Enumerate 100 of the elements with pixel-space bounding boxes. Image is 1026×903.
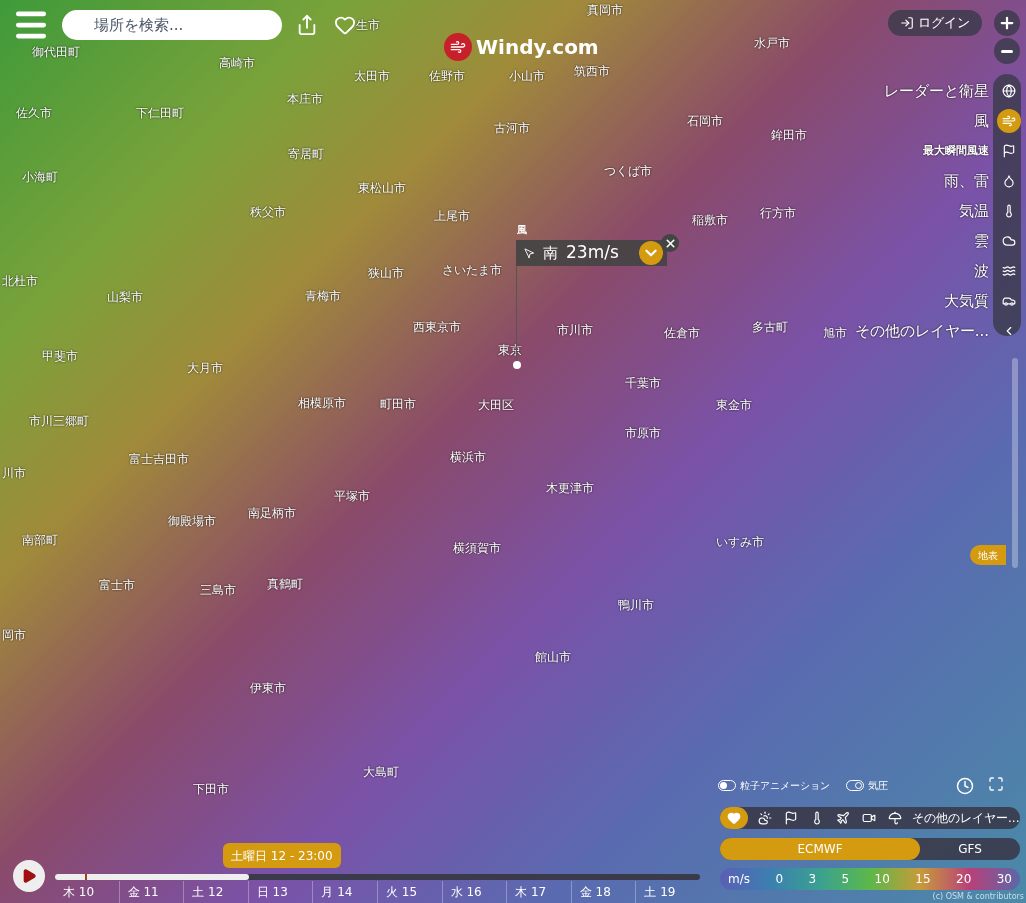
expand-button[interactable] xyxy=(638,241,663,265)
city-label: 小海町 xyxy=(22,171,58,183)
city-label: 行方市 xyxy=(760,207,796,219)
layer-item[interactable]: 波 xyxy=(974,256,1021,286)
city-label: 狭山市 xyxy=(368,267,404,279)
city-label: 真岡市 xyxy=(587,4,623,16)
layer-name-label: 風 xyxy=(517,223,527,237)
city-label: 西東京市 xyxy=(413,321,461,333)
cloud-icon xyxy=(1002,234,1016,248)
model-option[interactable]: GFS xyxy=(920,838,1020,860)
city-label: 筑西市 xyxy=(574,65,610,77)
wind-speed: 23m/s xyxy=(566,241,619,265)
city-label: 青梅市 xyxy=(305,290,341,302)
clock-button[interactable] xyxy=(955,776,975,796)
city-label: 木更津市 xyxy=(546,482,594,494)
city-label: 北杜市 xyxy=(2,275,38,287)
city-label: 市川三郷町 xyxy=(29,415,89,427)
waves-icon xyxy=(1002,264,1016,278)
day-label[interactable]: 木 10 xyxy=(55,881,119,903)
day-label[interactable]: 金 11 xyxy=(118,881,184,903)
city-label: 佐野市 xyxy=(429,70,465,82)
day-label[interactable]: 水 16 xyxy=(441,881,507,903)
city-label: 大田区 xyxy=(478,399,514,411)
city-label: 市原市 xyxy=(625,427,661,439)
city-label: 大島町 xyxy=(363,766,399,778)
city-label: 旭市 xyxy=(823,327,847,339)
droplet-icon xyxy=(1002,174,1016,188)
scale-value: 30 xyxy=(996,871,1012,888)
wind-direction: 南 xyxy=(543,242,558,264)
weather-map[interactable] xyxy=(0,0,1026,903)
play-icon xyxy=(21,868,37,884)
city-label: 高崎市 xyxy=(219,57,255,69)
login-button[interactable]: ログイン xyxy=(888,10,982,36)
city-label: 小山市 xyxy=(509,70,545,82)
layer-item[interactable]: 風 xyxy=(974,106,1021,136)
scale-value: 0 xyxy=(775,871,784,888)
city-label: 三島市 xyxy=(200,584,236,596)
city-label: 寄居町 xyxy=(288,148,324,160)
layer-item[interactable]: 最大瞬間風速 xyxy=(923,136,1021,166)
city-label: 水戸市 xyxy=(754,37,790,49)
city-label: 御殿場市 xyxy=(168,515,216,527)
city-label: 下仁田町 xyxy=(136,107,184,119)
day-label[interactable]: 日 13 xyxy=(247,881,313,903)
city-label: 平塚市 xyxy=(334,490,370,502)
city-label: いすみ市 xyxy=(716,536,764,548)
city-label: 上尾市 xyxy=(434,210,470,222)
wind-direction-icon xyxy=(524,247,535,259)
day-label[interactable]: 金 18 xyxy=(570,881,636,903)
now-marker xyxy=(85,874,87,880)
search-field[interactable]: 場所を検索... xyxy=(62,10,282,40)
city-label: さいたま市 xyxy=(442,264,502,276)
city-label: 稲敷市 xyxy=(692,214,728,226)
city-label: 南足柄市 xyxy=(248,507,296,519)
layer-item[interactable]: 雲 xyxy=(974,226,1021,256)
location-pin xyxy=(513,361,521,369)
city-label: 御代田町 xyxy=(32,46,80,58)
city-label: 市川市 xyxy=(557,324,593,336)
toggle-switch[interactable]: 気圧 xyxy=(846,778,888,793)
day-label[interactable]: 木 17 xyxy=(506,881,571,903)
city-label: つくば市 xyxy=(604,165,652,177)
city-label: 東金市 xyxy=(716,399,752,411)
layer-item[interactable]: その他のレイヤー... xyxy=(854,316,1021,346)
city-label: 多古町 xyxy=(752,321,788,333)
scale-value: 5 xyxy=(841,871,850,888)
city-label: 川市 xyxy=(2,467,26,479)
layer-item[interactable]: 気温 xyxy=(959,196,1021,226)
city-label: 館山市 xyxy=(535,651,571,663)
more-layers-button[interactable]: その他のレイヤー... xyxy=(912,809,1020,827)
city-label: 佐倉市 xyxy=(664,327,700,339)
city-label: 町田市 xyxy=(380,398,416,410)
city-label: 富士市 xyxy=(99,579,135,591)
wind-icon xyxy=(1002,114,1016,128)
day-label[interactable]: 土 12 xyxy=(183,881,248,903)
city-label: 鉾田市 xyxy=(771,129,807,141)
flag-icon xyxy=(1002,144,1016,158)
city-label: 千葉市 xyxy=(625,377,661,389)
city-label: 古河市 xyxy=(494,122,530,134)
copyright-text: (c) OSM & contributors xyxy=(932,893,1024,901)
scale-value: 20 xyxy=(956,871,972,888)
layer-item[interactable]: 大気質 xyxy=(944,286,1021,316)
scale-value: 3 xyxy=(808,871,817,888)
layer-item[interactable]: レーダーと衛星 xyxy=(884,76,1021,106)
timeline-track[interactable] xyxy=(55,874,700,880)
logo-text: Windy.com xyxy=(476,35,599,59)
city-label: 真鶴町 xyxy=(267,578,303,590)
day-label[interactable]: 火 15 xyxy=(376,881,442,903)
fullscreen-button[interactable] xyxy=(986,774,1006,794)
scale-value: 15 xyxy=(915,871,931,888)
day-label[interactable]: 月 14 xyxy=(312,881,377,903)
city-label: 横須賀市 xyxy=(453,542,501,554)
day-label[interactable]: 土 19 xyxy=(635,881,700,903)
city-label: 鴨川市 xyxy=(618,599,654,611)
plus-icon xyxy=(998,14,1016,32)
city-label: 東松山市 xyxy=(358,182,406,194)
login-icon xyxy=(900,16,914,30)
layer-item[interactable]: 雨、雷 xyxy=(944,166,1021,196)
car-icon xyxy=(1002,294,1016,308)
toggle-switch[interactable]: 粒子アニメーション xyxy=(718,778,830,793)
city-label: 太田市 xyxy=(354,70,390,82)
city-label: 大月市 xyxy=(187,362,223,374)
